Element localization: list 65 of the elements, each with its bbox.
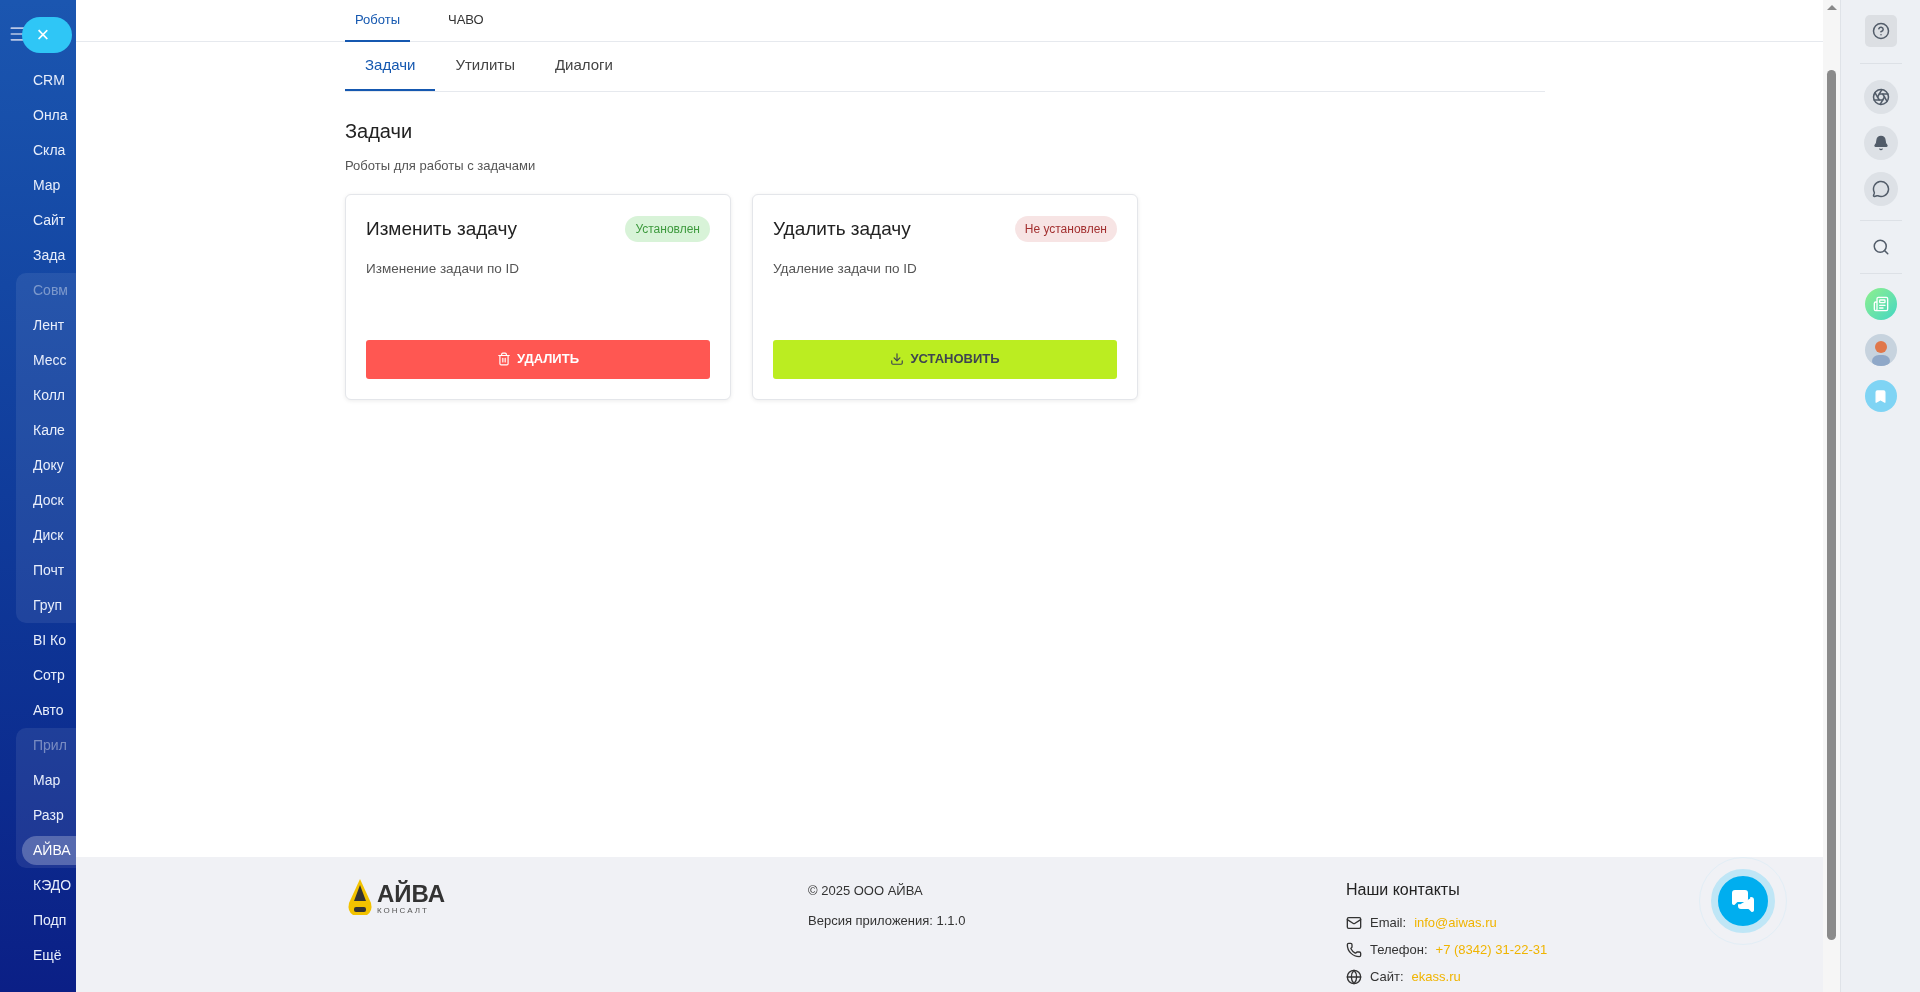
- contact-label: Телефон:: [1370, 940, 1428, 959]
- install-button[interactable]: УСТАНОВИТЬ: [773, 339, 1117, 379]
- chat-bubble-icon: [1871, 180, 1890, 198]
- contacts-title: Наши контакты: [1346, 880, 1461, 900]
- sidebar-item[interactable]: Мар: [0, 168, 76, 203]
- sidebar-item[interactable]: Онла: [0, 98, 76, 133]
- bell-icon: [1872, 135, 1889, 151]
- globe-icon: [1346, 968, 1362, 985]
- sidebar-item[interactable]: Почт: [0, 553, 76, 588]
- copyright-text: © 2025 ООО АЙВА: [808, 882, 924, 900]
- sidebar-item[interactable]: Авто: [0, 693, 76, 728]
- user-avatar[interactable]: [1864, 334, 1897, 366]
- contact-label: Email:: [1370, 913, 1407, 932]
- sidebar-item[interactable]: Месс: [0, 343, 76, 378]
- sidebar-item[interactable]: Доск: [0, 483, 76, 518]
- aperture-icon: [1871, 88, 1890, 106]
- sidebar-item[interactable]: Сайт: [0, 203, 76, 238]
- sidebar-item[interactable]: CRM: [0, 63, 76, 98]
- sidebar-item[interactable]: Сотр: [0, 658, 76, 693]
- tab[interactable]: Диалоги: [534, 41, 633, 91]
- contact-label: Сайт:: [1370, 967, 1404, 986]
- sidebar-item[interactable]: Доку: [0, 448, 76, 483]
- sidebar-item[interactable]: Лент: [0, 308, 76, 343]
- logo-text: АЙВА: [377, 881, 446, 906]
- tab[interactable]: ЧАВО: [438, 0, 494, 42]
- sidebar-item[interactable]: Зада: [0, 238, 76, 273]
- tab[interactable]: Задачи: [345, 41, 436, 91]
- group-header: Прил: [32, 736, 68, 755]
- sidebar-item[interactable]: Скла: [0, 133, 76, 168]
- sidebar-item[interactable]: Груп: [0, 588, 76, 623]
- phone-icon: [1346, 941, 1362, 958]
- version-text: Версия приложения: 1.1.0: [808, 911, 967, 930]
- help-icon: [1871, 22, 1890, 40]
- help-button[interactable]: [1864, 15, 1897, 47]
- envelope-icon: [1346, 914, 1362, 931]
- card-title: Удалить задачу: [773, 216, 911, 241]
- tab[interactable]: Роботы: [345, 0, 411, 42]
- sidebar-item[interactable]: Ещё: [0, 938, 76, 973]
- sidebar-item[interactable]: Разр: [0, 798, 76, 833]
- newspaper-icon: [1872, 296, 1889, 312]
- sidebar-item[interactable]: Подп: [0, 903, 76, 938]
- section-subtitle: Роботы для работы с задачами: [345, 157, 537, 175]
- section-title: Задачи: [345, 119, 414, 144]
- copilot-button[interactable]: [1863, 80, 1898, 114]
- notifications-button[interactable]: [1863, 126, 1898, 160]
- sidebar-item[interactable]: BI Ко: [0, 623, 76, 658]
- status-badge: Не установлен: [1014, 215, 1117, 242]
- card-description: Изменение задачи по ID: [366, 260, 521, 278]
- group-header: Совм: [32, 281, 69, 300]
- bookmark-icon: [1873, 388, 1888, 404]
- chat-icon: [1731, 889, 1755, 913]
- sidebar-item[interactable]: Колл: [0, 378, 76, 413]
- sidebar-item[interactable]: Мар: [0, 763, 76, 798]
- card-title: Изменить задачу: [366, 216, 517, 241]
- trash-icon: [497, 352, 511, 366]
- logo-subtext: КОНСАЛТ: [377, 906, 430, 915]
- search-icon: [1871, 238, 1890, 256]
- messages-button[interactable]: [1863, 172, 1898, 206]
- sidebar-item[interactable]: Диск: [0, 518, 76, 553]
- sidebar-item[interactable]: КЭДО: [0, 868, 76, 903]
- status-badge: Установлен: [625, 215, 710, 242]
- tab[interactable]: Утилиты: [435, 41, 535, 91]
- card-description: Удаление задачи по ID: [773, 260, 918, 278]
- sidebar-item[interactable]: Кале: [0, 413, 76, 448]
- download-icon: [890, 352, 905, 366]
